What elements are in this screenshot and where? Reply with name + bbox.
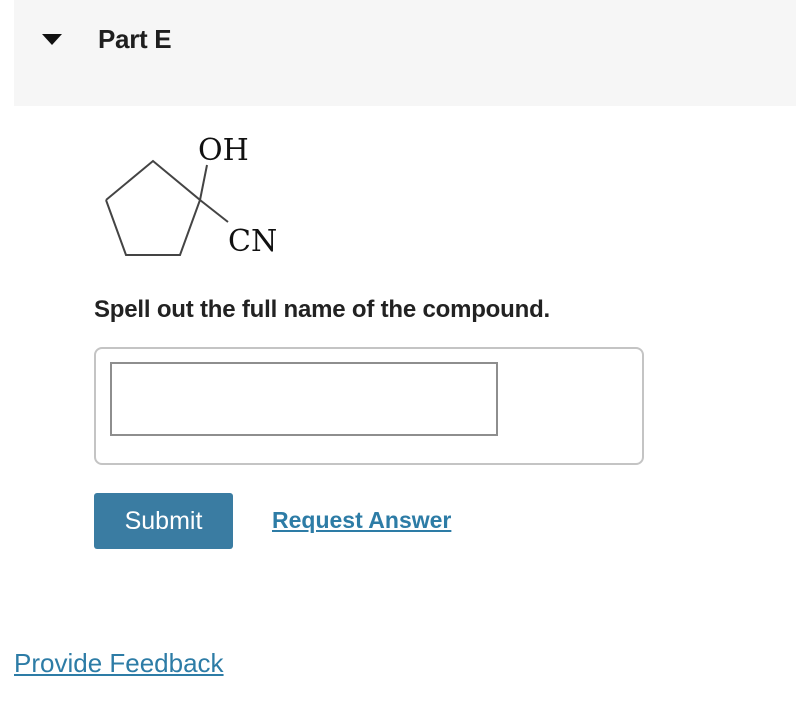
submit-button[interactable]: Submit xyxy=(94,493,233,549)
request-answer-link[interactable]: Request Answer xyxy=(272,507,451,534)
compound-structure: OH CN xyxy=(105,133,277,259)
label-cn: CN xyxy=(228,224,277,259)
collapse-caret-icon[interactable] xyxy=(42,34,62,45)
part-header[interactable]: Part E xyxy=(14,0,796,106)
cyclopentane-ring xyxy=(105,159,202,256)
part-title: Part E xyxy=(98,24,172,54)
answer-container xyxy=(94,347,644,465)
label-oh: OH xyxy=(198,133,249,168)
bond-oh xyxy=(199,164,208,201)
provide-feedback-link[interactable]: Provide Feedback xyxy=(14,648,224,679)
compound-name-input[interactable] xyxy=(110,362,498,436)
question-prompt: Spell out the full name of the compound. xyxy=(94,296,550,323)
bond-cn xyxy=(199,199,229,223)
